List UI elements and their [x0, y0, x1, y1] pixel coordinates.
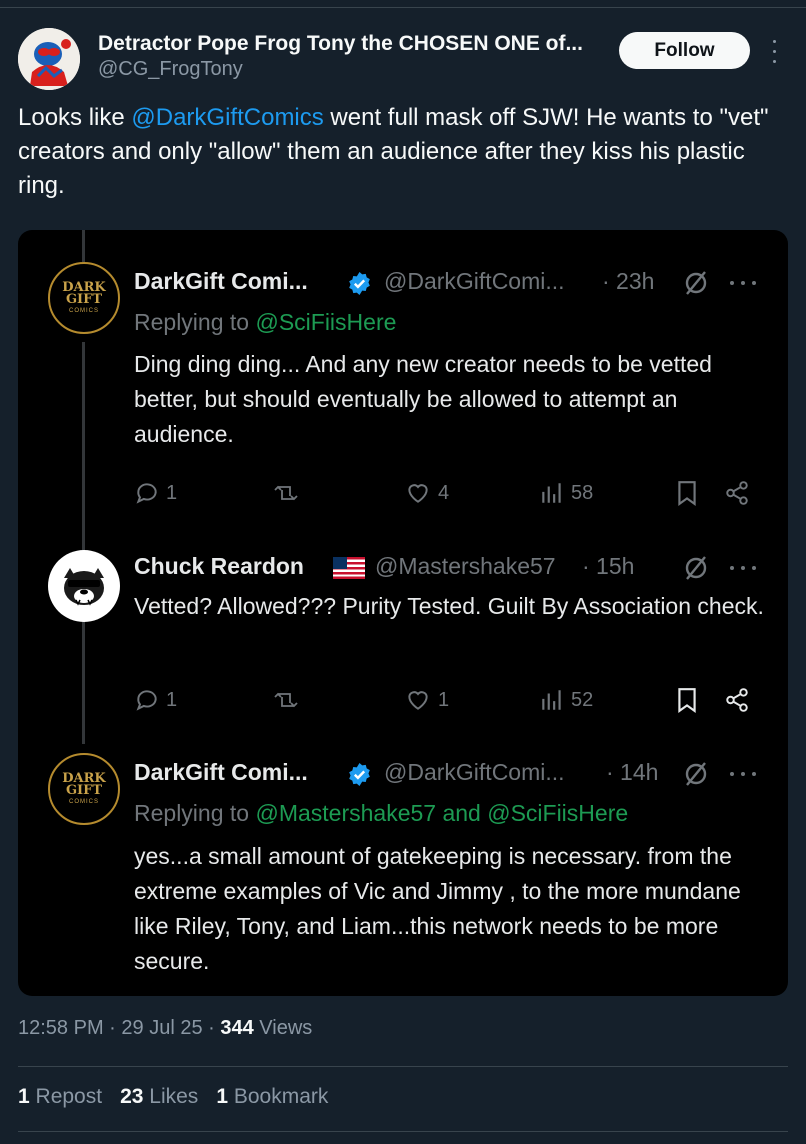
avatar-text: COMICS: [69, 308, 99, 314]
reposts-label: Repost: [35, 1085, 103, 1108]
bookmark-icon: [678, 481, 696, 506]
top-divider: [0, 7, 806, 8]
replying-to-mention: @Mastershake57 and @SciFiisHere: [255, 800, 629, 826]
views-label: Views: [259, 1017, 313, 1039]
repost-icon: [274, 692, 298, 708]
replying-prefix: Replying to: [134, 309, 256, 335]
reply-author-name: Chuck Reardon: [134, 553, 304, 579]
reply-author-name: DarkGift Comi...: [134, 268, 308, 294]
replying-prefix: Replying to: [134, 800, 256, 826]
reply-text: yes...a small amount of gatekeeping is n…: [134, 843, 741, 974]
post-header: Detractor Pope Frog Tony the CHOSEN ONE …: [18, 26, 788, 90]
like-count: 1: [404, 685, 449, 715]
avatar-text: GIFT: [65, 292, 103, 307]
author-avatar[interactable]: [18, 28, 80, 90]
reply-author-name: DarkGift Comi...: [134, 759, 308, 785]
darkgift-avatar: DARK GIFT COMICS: [48, 753, 120, 825]
thread-line: [82, 230, 85, 262]
bulldog-avatar-image: [64, 568, 104, 606]
reply-author-handle: @DarkGiftComi...: [384, 759, 565, 785]
grok-icon: [685, 271, 707, 295]
reply-author-handle: @Mastershake57: [375, 553, 556, 579]
views-count: 344: [220, 1017, 254, 1039]
bookmarks-count: 1: [216, 1085, 228, 1108]
reply-author-handle: @DarkGiftComi...: [384, 268, 565, 294]
spiderman-frog-avatar-image: [18, 28, 80, 90]
comment-icon: [136, 690, 157, 711]
view-count: 52: [539, 685, 593, 715]
author-handle[interactable]: @CG_FrogTony: [98, 58, 243, 81]
views-icon: [542, 483, 561, 503]
views-icon: [542, 690, 561, 710]
replying-to-line: Replying to @SciFiisHere: [134, 309, 396, 336]
likes-count: 23: [120, 1085, 144, 1108]
more-options-icon: [730, 563, 756, 573]
post-meta: 12:58 PM · 29 Jul 25 · 344 Views: [18, 1017, 313, 1039]
reply-count: 1: [134, 685, 177, 715]
like-count: 4: [404, 478, 449, 508]
reply-count-value: 1: [166, 688, 178, 711]
reply-text: Vetted? Allowed??? Purity Tested. Guilt …: [134, 593, 764, 619]
heart-icon: [408, 484, 428, 503]
likes-stat[interactable]: 23 Likes: [120, 1085, 198, 1108]
repost-count: [272, 478, 300, 508]
replying-to-mention: @SciFiisHere: [255, 309, 397, 335]
post-text-part: Looks like: [18, 104, 132, 131]
us-flag-icon: [333, 557, 365, 579]
chuck-reardon-avatar: [48, 550, 120, 622]
reply-count: 1: [134, 478, 177, 508]
more-options-icon: [730, 278, 756, 288]
avatar-text: COMICS: [69, 799, 99, 805]
follow-button[interactable]: Follow: [619, 32, 750, 69]
post-date[interactable]: 29 Jul 25: [121, 1017, 202, 1039]
likes-label: Likes: [149, 1085, 199, 1108]
grok-icon: [685, 556, 707, 580]
reply-actions: 1 4 58: [134, 478, 774, 508]
share-icon: [726, 688, 748, 712]
mention-link[interactable]: @DarkGiftComics: [131, 104, 323, 131]
divider: [18, 1131, 788, 1132]
replying-to-line: Replying to @Mastershake57 and @SciFiisH…: [134, 800, 628, 827]
reply-time: · 15h: [582, 553, 635, 579]
post-text: Looks like @DarkGiftComics went full mas…: [18, 101, 788, 203]
repost-count: [272, 685, 300, 715]
reply-time: · 14h: [606, 759, 659, 785]
verified-badge-icon: [349, 272, 370, 295]
bookmarks-stat[interactable]: 1 Bookmark: [216, 1085, 328, 1108]
author-name[interactable]: Detractor Pope Frog Tony the CHOSEN ONE …: [98, 32, 583, 56]
embedded-screenshot[interactable]: DARK GIFT COMICS DarkGift Comi... @DarkG…: [18, 230, 788, 996]
comment-icon: [136, 483, 157, 504]
grok-icon: [685, 762, 707, 786]
bookmarks-label: Bookmark: [233, 1085, 329, 1108]
verified-badge-icon: [349, 763, 370, 786]
view-count-value: 58: [571, 481, 594, 504]
share-icon: [726, 481, 748, 505]
like-count-value: 4: [438, 481, 450, 504]
post-time[interactable]: 12:58 PM: [18, 1017, 104, 1039]
avatar-text: GIFT: [65, 783, 103, 798]
reposts-stat[interactable]: 1 Repost: [18, 1085, 102, 1108]
thread-line: [82, 342, 85, 744]
darkgift-avatar: DARK GIFT COMICS: [48, 262, 120, 334]
reply-text: Ding ding ding... And any new creator ne…: [134, 351, 712, 447]
heart-icon: [408, 691, 428, 710]
bookmark-icon: [678, 688, 696, 713]
view-count: 58: [539, 478, 593, 508]
reply-actions: 1 1 52: [134, 685, 774, 715]
reposts-count: 1: [18, 1085, 30, 1108]
repost-icon: [274, 485, 298, 501]
more-options-icon[interactable]: [768, 36, 780, 66]
divider: [18, 1066, 788, 1067]
post-stats: 1 Repost 23 Likes 1 Bookmark: [18, 1085, 328, 1109]
view-count-value: 52: [571, 688, 594, 711]
reply-time: · 23h: [602, 268, 655, 294]
like-count-value: 1: [438, 688, 450, 711]
more-options-icon: [730, 769, 756, 779]
reply-count-value: 1: [166, 481, 178, 504]
